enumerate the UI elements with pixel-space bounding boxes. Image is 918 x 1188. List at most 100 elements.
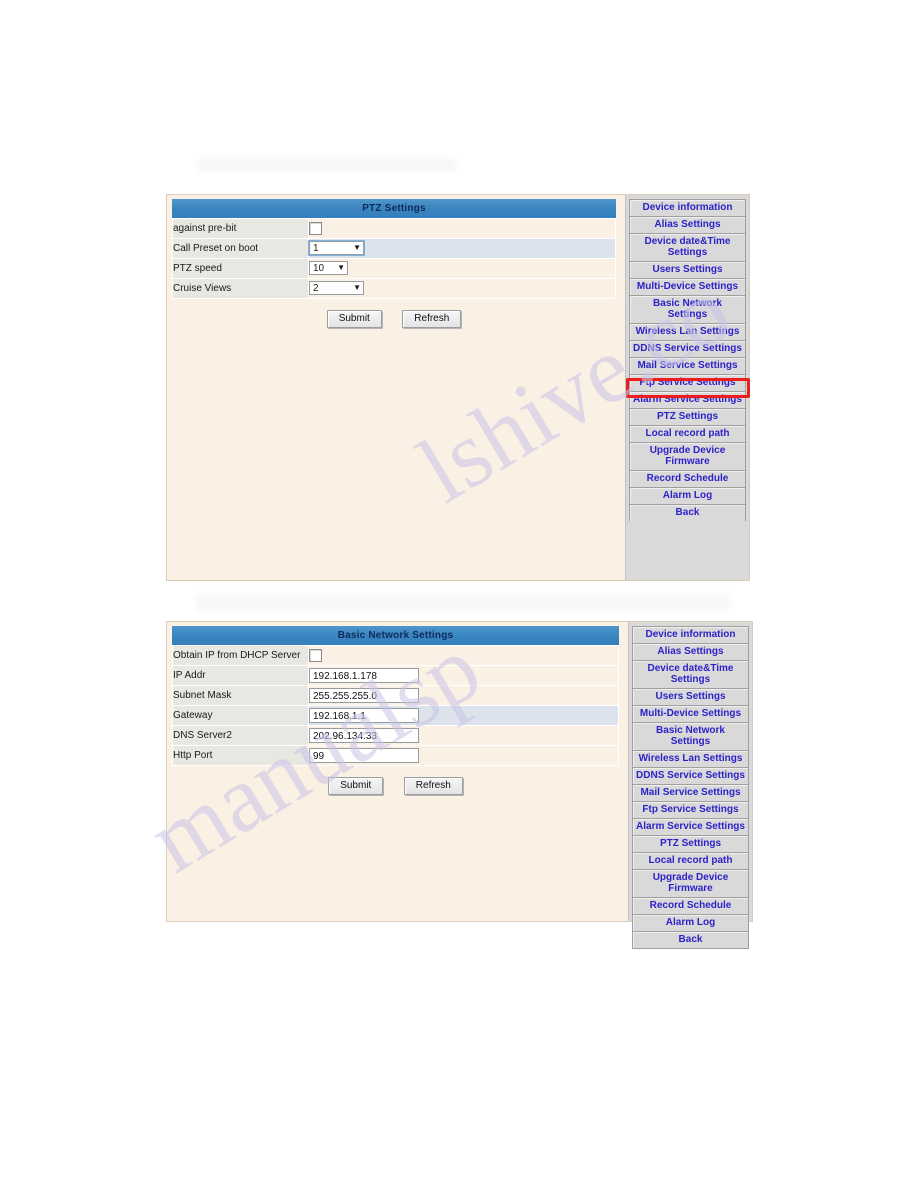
- row-label: Gateway: [172, 705, 309, 726]
- sidebar-item-local-record-path[interactable]: Local record path: [629, 425, 746, 442]
- sidebar-item-users-settings[interactable]: Users Settings: [629, 261, 746, 278]
- sidebar-item-upgrade-device-firmware[interactable]: Upgrade Device Firmware: [632, 869, 749, 897]
- gateway-input[interactable]: 192.168.1.1: [309, 707, 419, 723]
- row-label: Cruise Views: [172, 278, 309, 299]
- sidebar-item-alarm-service-settings[interactable]: Alarm Service Settings: [629, 391, 746, 408]
- network-form-buttons: Submit Refresh: [172, 766, 619, 795]
- ptz-form-buttons: Submit Refresh: [172, 299, 616, 328]
- ptz-sidebar-nav: Device information Alias Settings Device…: [625, 195, 750, 580]
- row-value: [308, 219, 616, 239]
- row-label: against pre-bit: [172, 219, 309, 239]
- sidebar-item-alias-settings[interactable]: Alias Settings: [632, 643, 749, 660]
- table-row: Http Port 99: [172, 745, 619, 766]
- row-value: 2 ▼: [308, 278, 616, 299]
- table-row: Gateway 192.168.1.1: [172, 705, 619, 726]
- table-row: against pre-bit: [172, 219, 616, 239]
- submit-button[interactable]: Submit: [326, 310, 382, 328]
- sidebar-item-upgrade-device-firmware[interactable]: Upgrade Device Firmware: [629, 442, 746, 470]
- network-settings-rows: Obtain IP from DHCP Server IP Addr 192.1…: [172, 646, 619, 766]
- cruise-views-select[interactable]: 2 ▼: [309, 281, 364, 296]
- sidebar-item-back[interactable]: Back: [629, 504, 746, 521]
- row-label: Call Preset on boot: [172, 238, 309, 259]
- row-value: [308, 646, 619, 666]
- sidebar-item-ddns-service-settings[interactable]: DDNS Service Settings: [632, 767, 749, 784]
- refresh-button[interactable]: Refresh: [402, 310, 462, 328]
- ptz-form-title: PTZ Settings: [172, 199, 616, 219]
- sidebar-item-wireless-lan-settings[interactable]: Wireless Lan Settings: [632, 750, 749, 767]
- table-row: IP Addr 192.168.1.178: [172, 665, 619, 686]
- http-port-input[interactable]: 99: [309, 747, 419, 763]
- sidebar-item-alarm-service-settings[interactable]: Alarm Service Settings: [632, 818, 749, 835]
- chevron-down-icon: ▼: [337, 263, 345, 273]
- select-value: 2: [313, 282, 319, 294]
- sidebar-item-local-record-path[interactable]: Local record path: [632, 852, 749, 869]
- refresh-button[interactable]: Refresh: [403, 777, 463, 795]
- row-value: 10 ▼: [308, 258, 616, 279]
- table-row: PTZ speed 10 ▼: [172, 258, 616, 279]
- sidebar-item-ftp-service-settings[interactable]: Ftp Service Settings: [632, 801, 749, 818]
- ptz-settings-table: against pre-bit Call Preset on boot 1 ▼: [172, 219, 616, 299]
- sidebar-item-basic-network-settings[interactable]: Basic Network Settings: [632, 722, 749, 750]
- sidebar-item-record-schedule[interactable]: Record Schedule: [629, 470, 746, 487]
- chevron-down-icon: ▼: [353, 283, 361, 293]
- sidebar-item-device-information[interactable]: Device information: [632, 626, 749, 643]
- redacted-caption-middle: [196, 594, 730, 610]
- sidebar-item-mail-service-settings[interactable]: Mail Service Settings: [632, 784, 749, 801]
- obtain-ip-dhcp-checkbox[interactable]: [309, 648, 322, 662]
- sidebar-item-alarm-log[interactable]: Alarm Log: [632, 914, 749, 931]
- subnet-mask-input[interactable]: 255.255.255.0: [309, 687, 419, 703]
- row-value: 255.255.255.0: [308, 685, 619, 706]
- row-value: 1 ▼: [308, 238, 616, 259]
- row-label: Obtain IP from DHCP Server: [172, 646, 309, 666]
- sidebar-item-wireless-lan-settings[interactable]: Wireless Lan Settings: [629, 323, 746, 340]
- ptz-settings-screenshot-panel: PTZ Settings against pre-bit Call Preset…: [166, 194, 750, 581]
- call-preset-on-boot-select[interactable]: 1 ▼: [308, 240, 365, 257]
- ptz-form-area: PTZ Settings against pre-bit Call Preset…: [167, 195, 625, 580]
- sidebar-item-ddns-service-settings[interactable]: DDNS Service Settings: [629, 340, 746, 357]
- against-pre-bit-checkbox[interactable]: [309, 221, 322, 235]
- basic-network-settings-screenshot-panel: Basic Network Settings Obtain IP from DH…: [166, 621, 753, 949]
- sidebar-item-record-schedule[interactable]: Record Schedule: [632, 897, 749, 914]
- table-row: Subnet Mask 255.255.255.0: [172, 685, 619, 706]
- ip-addr-input[interactable]: 192.168.1.178: [309, 667, 419, 683]
- sidebar-item-mail-service-settings[interactable]: Mail Service Settings: [629, 357, 746, 374]
- table-row: Call Preset on boot 1 ▼: [172, 238, 616, 259]
- redacted-caption-top: [198, 158, 456, 172]
- sidebar-item-alarm-log[interactable]: Alarm Log: [629, 487, 746, 504]
- network-sidebar-nav: Device information Alias Settings Device…: [628, 622, 752, 949]
- select-value: 1: [313, 242, 319, 254]
- row-label: Http Port: [172, 745, 309, 766]
- submit-button[interactable]: Submit: [328, 777, 384, 795]
- row-value: 192.168.1.178: [308, 665, 619, 686]
- network-settings-table: Obtain IP from DHCP Server IP Addr 192.1…: [172, 646, 619, 766]
- network-form-title: Basic Network Settings: [172, 626, 619, 646]
- row-label: IP Addr: [172, 665, 309, 686]
- sidebar-item-back[interactable]: Back: [632, 931, 749, 949]
- sidebar-item-basic-network-settings[interactable]: Basic Network Settings: [629, 295, 746, 323]
- sidebar-item-alias-settings[interactable]: Alias Settings: [629, 216, 746, 233]
- network-form-area: Basic Network Settings Obtain IP from DH…: [167, 622, 628, 921]
- table-row: Cruise Views 2 ▼: [172, 278, 616, 299]
- sidebar-item-multi-device-settings[interactable]: Multi-Device Settings: [632, 705, 749, 722]
- row-label: DNS Server2: [172, 725, 309, 746]
- ptz-speed-select[interactable]: 10 ▼: [309, 261, 348, 276]
- row-value: 99: [308, 745, 619, 766]
- select-value: 10: [313, 262, 325, 274]
- dns-server2-input[interactable]: 202.96.134.33: [309, 727, 419, 743]
- sidebar-item-device-date-time-settings[interactable]: Device date&Time Settings: [632, 660, 749, 688]
- sidebar-item-users-settings[interactable]: Users Settings: [632, 688, 749, 705]
- sidebar-item-multi-device-settings[interactable]: Multi-Device Settings: [629, 278, 746, 295]
- row-label: PTZ speed: [172, 258, 309, 279]
- sidebar-item-ptz-settings[interactable]: PTZ Settings: [632, 835, 749, 852]
- row-label: Subnet Mask: [172, 685, 309, 706]
- table-row: DNS Server2 202.96.134.33: [172, 725, 619, 746]
- row-value: 202.96.134.33: [308, 725, 619, 746]
- sidebar-item-device-information[interactable]: Device information: [629, 199, 746, 216]
- ptz-settings-rows: against pre-bit Call Preset on boot 1 ▼: [172, 219, 616, 299]
- table-row: Obtain IP from DHCP Server: [172, 646, 619, 666]
- row-value: 192.168.1.1: [308, 705, 619, 726]
- sidebar-item-ptz-settings[interactable]: PTZ Settings: [629, 408, 746, 425]
- sidebar-item-ftp-service-settings[interactable]: Ftp Service Settings: [629, 374, 746, 391]
- sidebar-item-device-date-time-settings[interactable]: Device date&Time Settings: [629, 233, 746, 261]
- chevron-down-icon: ▼: [353, 243, 361, 253]
